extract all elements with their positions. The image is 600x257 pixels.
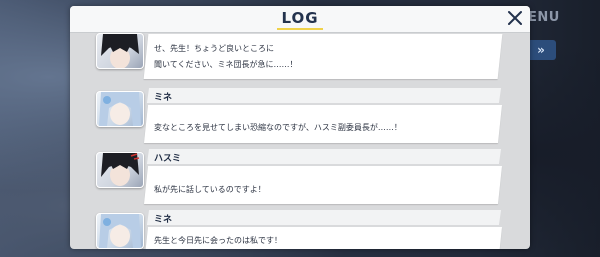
portrait-hasumi xyxy=(96,33,144,69)
menu-button-partial[interactable]: ENU xyxy=(528,10,560,25)
log-entry: せ、先生！ちょうど良いところに 聞いてください、ミネ団長が急に……！ xyxy=(70,33,530,93)
dialogue-line: 先生と今日先に会ったのは私です！ xyxy=(154,236,282,245)
portrait-hasumi xyxy=(96,152,144,188)
speaker-name: ミネ xyxy=(154,93,173,103)
mine-portrait-icon xyxy=(99,214,141,248)
speaker-name: ミネ xyxy=(154,215,173,225)
log-panel-header: LOG xyxy=(70,6,530,33)
close-icon xyxy=(508,11,522,25)
speaker-name: ハスミ xyxy=(154,154,182,164)
title-underline xyxy=(277,28,323,30)
portrait-mine xyxy=(96,213,144,249)
log-entry: ミネ 変なところを見せてしまい恐縮なのですが、ハスミ副委員長が……！ xyxy=(70,85,530,145)
close-button[interactable] xyxy=(505,8,525,28)
log-entry: ミネ 先生と今日先に会ったのは私です！ xyxy=(70,207,530,249)
log-title: LOG xyxy=(281,9,319,27)
dialogue-line: 聞いてください、ミネ団長が急に……！ xyxy=(154,60,298,69)
speaker-name-bar xyxy=(146,149,502,164)
hasumi-portrait-icon xyxy=(101,153,140,186)
speaker-name-bar xyxy=(146,210,502,225)
mine-portrait-icon xyxy=(99,92,141,126)
log-entry: ハスミ 私が先に話しているのですよ！ xyxy=(70,145,530,205)
speaker-name-bar xyxy=(146,88,502,103)
dialogue-line: 変なところを見せてしまい恐縮なのですが、ハスミ副委員長が……！ xyxy=(154,123,402,132)
dialogue-bubble xyxy=(143,34,503,79)
dialogue-line: 私が先に話しているのですよ！ xyxy=(154,185,266,194)
fast-forward-button[interactable]: » xyxy=(526,40,556,60)
log-panel: LOG せ、先生！ちょうど良いところに 聞いてください、ミネ団長が急に……！ ミ… xyxy=(70,6,530,249)
portrait-mine xyxy=(96,91,144,127)
log-entry-list[interactable]: せ、先生！ちょうど良いところに 聞いてください、ミネ団長が急に……！ ミネ 変な… xyxy=(70,33,530,249)
hasumi-portrait-icon xyxy=(101,34,139,68)
dialogue-line: せ、先生！ちょうど良いところに xyxy=(154,44,274,53)
